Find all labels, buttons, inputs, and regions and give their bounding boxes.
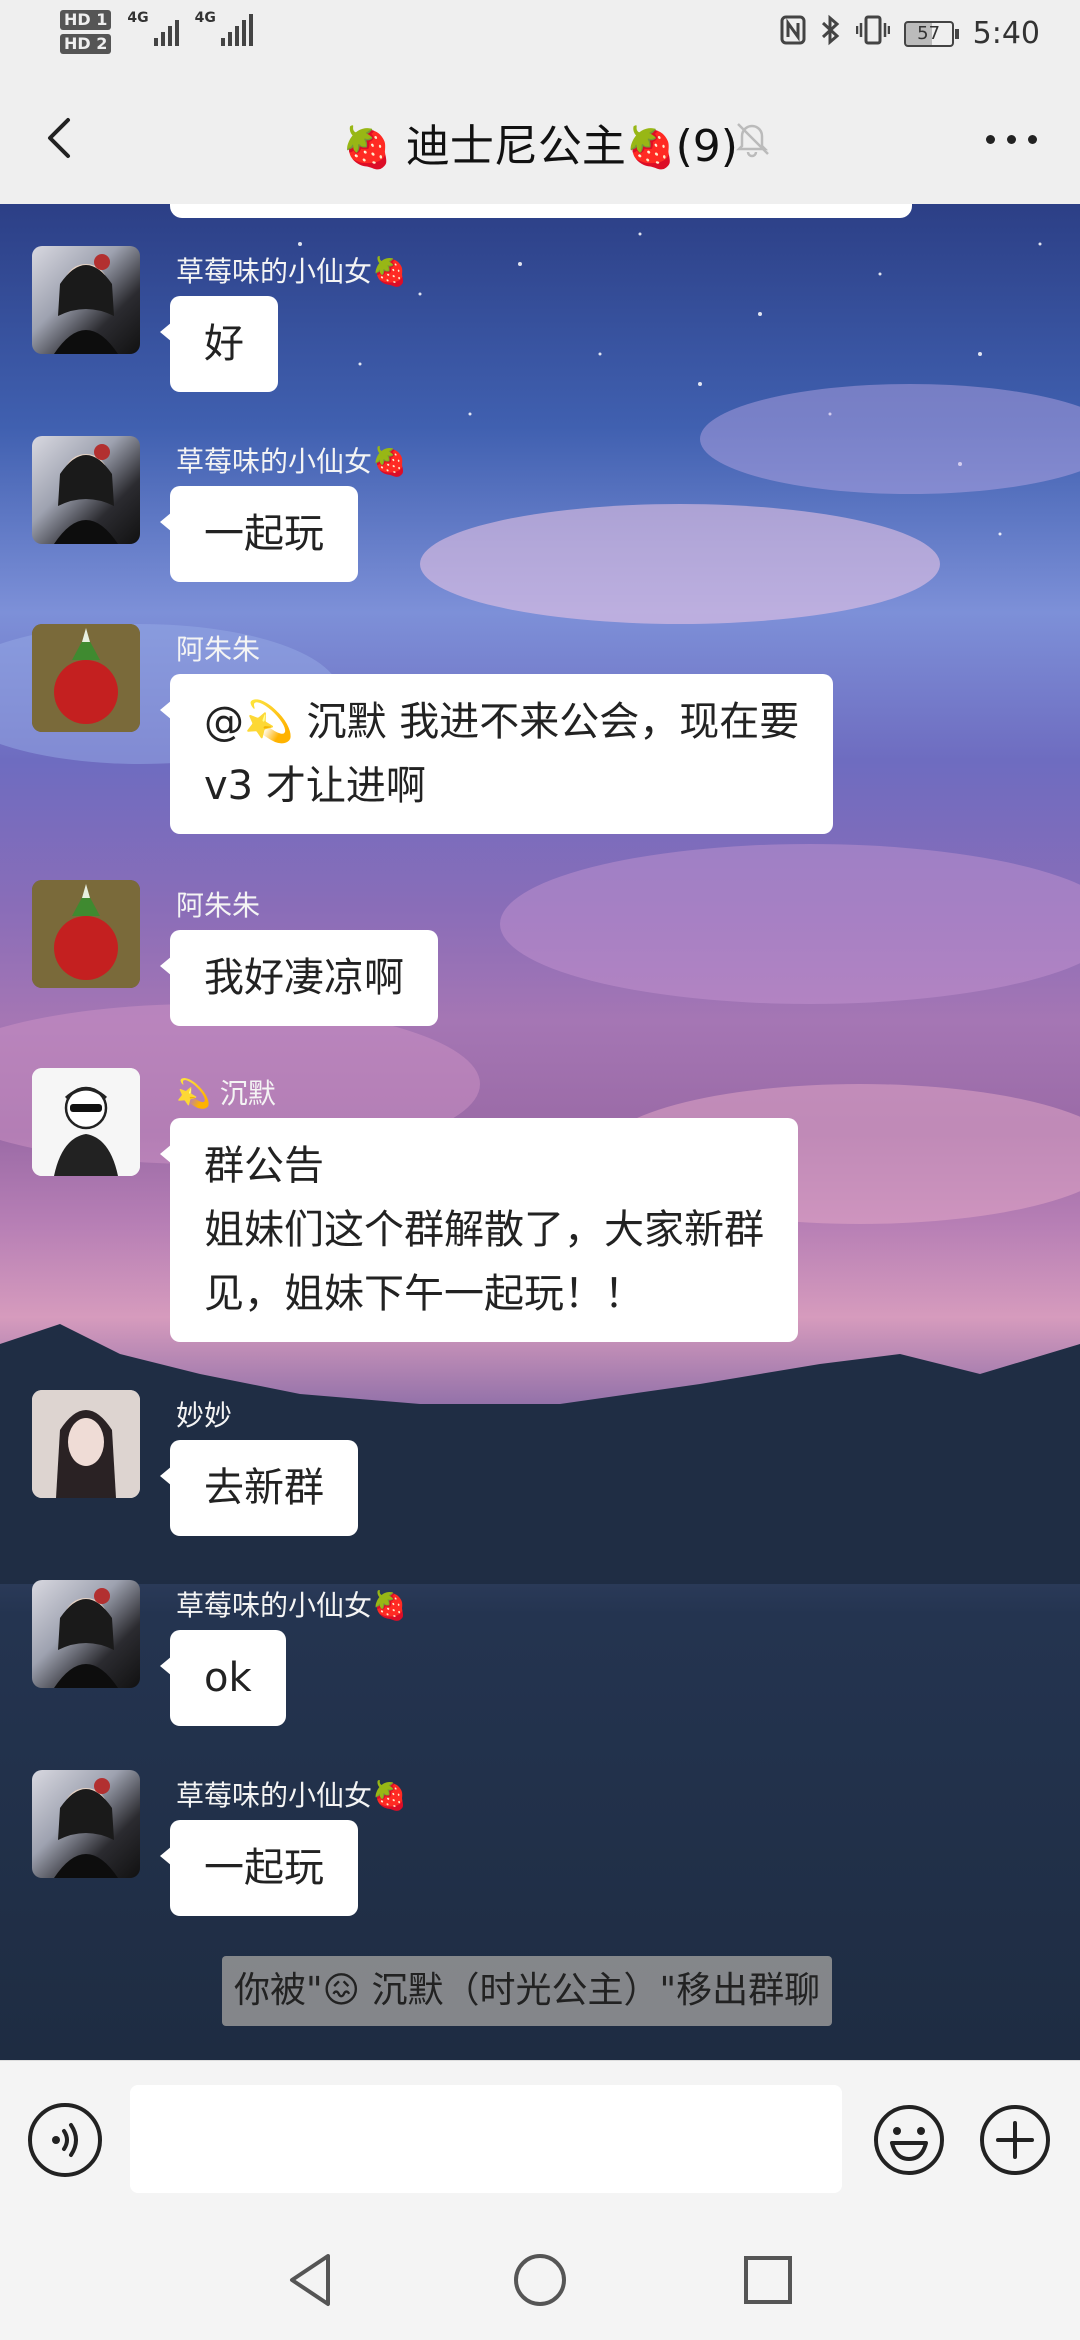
sender-name: 草莓味的小仙女🍓	[176, 445, 407, 478]
message-bubble[interactable]: ok	[160, 1630, 286, 1726]
sender-name: 草莓味的小仙女🍓	[176, 1589, 407, 1622]
net1-label: 4G	[127, 10, 149, 26]
circle-home-icon	[514, 2254, 566, 2306]
title-bar: 🍓 迪士尼公主🍓(9)	[0, 72, 1080, 204]
avatar[interactable]	[32, 1580, 140, 1688]
message-text: ok	[204, 1655, 252, 1701]
message-bubble[interactable]: 去新群	[160, 1440, 358, 1536]
dot-icon	[1028, 134, 1037, 144]
hd1-label: HD 1	[60, 10, 112, 30]
message-text: 一起玩	[204, 511, 324, 557]
chat-area[interactable]: 草莓味的小仙女🍓 好 草莓味的小仙女🍓 一起玩 阿朱朱 @💫 沉默 我进不来公会…	[0, 204, 1080, 2060]
message-text: 姐妹们这个群解散了，大家新群	[204, 1207, 764, 1253]
message-bubble[interactable]: 一起玩	[160, 1820, 358, 1916]
avatar[interactable]	[32, 880, 140, 988]
avatar[interactable]	[32, 246, 140, 354]
wallpaper-cloud	[500, 844, 1080, 1004]
message-text: v3 才让进啊	[204, 763, 426, 809]
bluetooth-icon	[820, 14, 842, 53]
more-options-button[interactable]	[986, 124, 1046, 154]
signal-icon: 4G	[127, 10, 179, 46]
avatar[interactable]	[32, 1068, 140, 1176]
strawberry-icon-2: 🍓	[625, 125, 676, 171]
input-bar	[0, 2060, 1080, 2220]
message-text: 去新群	[204, 1465, 324, 1511]
nfc-icon	[780, 15, 806, 52]
voice-icon	[52, 2123, 78, 2157]
system-navigation-bar	[0, 2220, 1080, 2340]
message-text: @💫 沉默 我进不来公会，现在要	[204, 699, 800, 745]
message-text: 一起玩	[204, 1845, 324, 1891]
net2-label: 4G	[194, 10, 216, 26]
emoji-button[interactable]	[872, 2103, 946, 2177]
vibrate-icon	[855, 15, 890, 52]
avatar[interactable]	[32, 624, 140, 732]
plus-icon	[980, 2105, 1050, 2175]
battery-icon: 57	[903, 20, 959, 47]
message-bubble[interactable]: 一起玩	[160, 486, 358, 582]
battery-level: 57	[903, 20, 954, 47]
message-text: 见，姐妹下午一起玩！！	[204, 1271, 644, 1317]
sender-name: 草莓味的小仙女🍓	[176, 255, 407, 288]
message-bubble[interactable]: 好	[160, 296, 278, 392]
dot-icon	[1007, 134, 1016, 144]
sender-name: 草莓味的小仙女🍓	[176, 1779, 407, 1812]
smiley-icon	[874, 2105, 944, 2175]
avatar[interactable]	[32, 1390, 140, 1498]
sender-name: 💫 沉默	[176, 1077, 276, 1110]
avatar[interactable]	[32, 1770, 140, 1878]
message-text: 好	[204, 321, 244, 367]
dot-icon	[986, 134, 995, 144]
status-bar: HD 1 HD 2 4G 4G 57 5:40	[0, 0, 1080, 72]
sender-name: 阿朱朱	[176, 889, 261, 922]
group-name: 迪士尼公主	[405, 121, 626, 172]
member-count: (9)	[675, 121, 738, 172]
chat-title: 🍓 迪士尼公主🍓(9)	[0, 110, 1080, 174]
voice-input-button[interactable]	[28, 2103, 102, 2177]
square-recents-icon	[744, 2256, 792, 2304]
sender-name: 妙妙	[176, 1399, 233, 1432]
triangle-back-icon	[290, 2254, 330, 2306]
message-input[interactable]	[130, 2085, 842, 2193]
message-bubble-partial	[170, 204, 912, 218]
more-actions-button[interactable]	[978, 2103, 1052, 2177]
avatar[interactable]	[32, 436, 140, 544]
nav-back-button[interactable]	[272, 2242, 348, 2318]
sender-name: 阿朱朱	[176, 633, 261, 666]
nav-recents-button[interactable]	[730, 2242, 806, 2318]
strawberry-icon: 🍓	[342, 125, 392, 171]
message-text: 我好凄凉啊	[204, 955, 404, 1001]
mute-bell-icon	[730, 116, 774, 160]
hd2-label: HD 2	[60, 34, 112, 54]
system-notice: 你被"😖 沉默（时光公主）"移出群聊	[222, 1956, 833, 2026]
hd-indicator: HD 1 HD 2	[60, 10, 112, 54]
message-bubble[interactable]: @💫 沉默 我进不来公会，现在要 v3 才让进啊	[160, 674, 834, 834]
message-bubble[interactable]: 我好凄凉啊	[160, 930, 438, 1026]
announcement-title: 群公告	[204, 1143, 324, 1189]
wallpaper-cloud	[420, 504, 940, 624]
clock: 5:40	[972, 16, 1040, 51]
nav-home-button[interactable]	[502, 2242, 578, 2318]
signal-icon-2: 4G	[195, 10, 253, 46]
message-bubble[interactable]: 群公告 姐妹们这个群解散了，大家新群 见，姐妹下午一起玩！！	[160, 1118, 798, 1342]
